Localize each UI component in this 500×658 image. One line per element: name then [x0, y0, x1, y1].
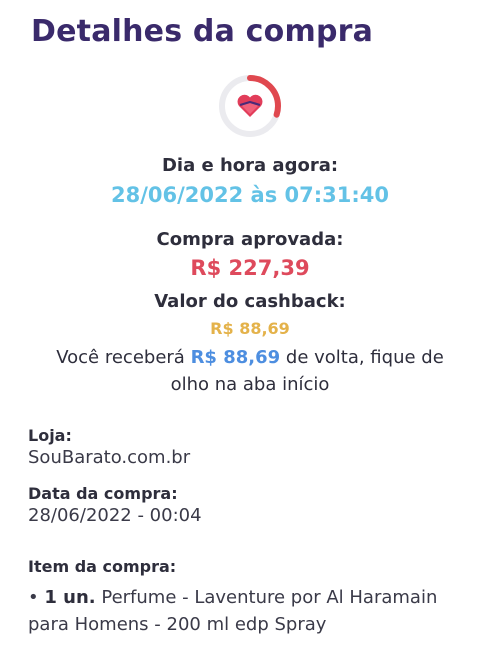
cashback-label: Valor do cashback:	[154, 291, 346, 312]
cashback-amount: R$ 88,69	[210, 319, 290, 338]
datetime-label: Dia e hora agora:	[161, 155, 339, 176]
items-label: Item da compra:	[28, 557, 177, 576]
purchase-date-label: Data da compra:	[28, 484, 178, 503]
purchase-date-section: Data da compra: 28/06/2022 - 00:04	[28, 484, 202, 526]
list-item: • 1 un. Perfume - Laventure por Al Haram…	[28, 584, 478, 638]
datetime-value: 28/06/2022 às 07:31:40	[111, 183, 389, 207]
heart-icon	[237, 94, 263, 117]
item-quantity: 1 un.	[44, 587, 96, 608]
store-section: Loja: SouBarato.com.br	[28, 426, 190, 468]
store-label: Loja:	[28, 426, 72, 445]
purchase-approved-label: Compra aprovada:	[156, 229, 344, 250]
purchase-amount: R$ 227,39	[190, 256, 310, 280]
cashback-message-amount: R$ 88,69	[190, 347, 281, 368]
cashback-message-prefix: Você receberá	[56, 347, 185, 368]
purchase-date-value: 28/06/2022 - 00:04	[28, 505, 202, 526]
items-section: Item da compra: • 1 un. Perfume - Lavent…	[28, 557, 478, 638]
page-title: Detalhes da compra	[31, 14, 374, 49]
status-gauge	[219, 75, 281, 137]
bullet: •	[28, 587, 39, 608]
cashback-message: Você receberá R$ 88,69 de volta, fique d…	[40, 344, 460, 398]
store-value: SouBarato.com.br	[28, 447, 191, 468]
